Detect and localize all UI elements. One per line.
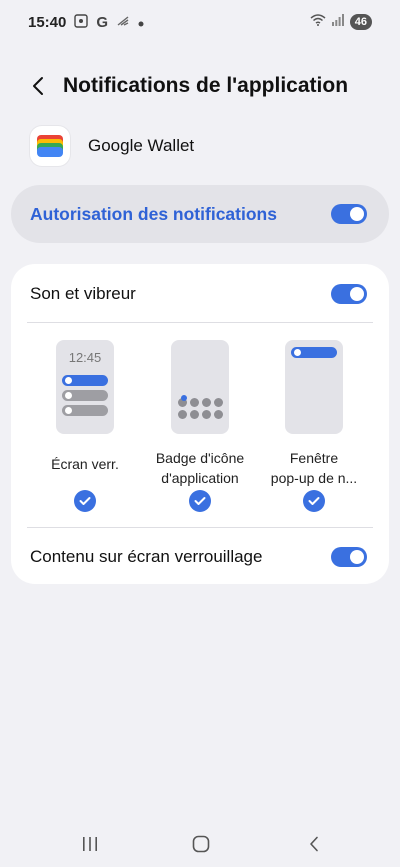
style-label-line: pop-up de n... [270,470,358,486]
back-nav-button[interactable] [294,826,334,862]
home-icon [192,835,210,853]
lockscreen-content-row[interactable]: Contenu sur écran verrouillage [11,528,389,586]
check-icon [79,497,91,505]
badge-dot [181,395,187,401]
lock-screen-preview: 12:45 [56,340,114,434]
recent-apps-icon [83,837,97,851]
badge-preview [171,340,229,434]
badge-checkbox[interactable] [189,490,211,512]
lock-screen-checkbox[interactable] [74,490,96,512]
app-info: Google Wallet [30,126,194,166]
style-label: Fenêtre pop-up de n... [271,448,357,488]
google-icon: G [96,13,109,31]
battery-indicator: 46 [349,14,372,30]
screenshot-icon [74,13,89,31]
status-time: 15:40 [28,13,67,31]
signal-icon [331,13,344,31]
permission-toggle[interactable] [331,204,367,224]
style-label: Badge d'icône d'application [156,448,244,488]
notification-permission-row[interactable]: Autorisation des notifications [11,185,389,243]
divider [27,322,373,323]
check-icon [194,497,206,505]
preview-bar [62,375,108,386]
lockscreen-label: Contenu sur écran verrouillage [30,547,263,566]
navigation-bar [0,826,400,862]
popup-checkbox[interactable] [303,490,325,512]
preview-bar [62,390,108,401]
preview-bar [291,347,337,358]
permission-label: Autorisation des notifications [30,203,277,224]
page-title: Notifications de l'application [63,74,349,97]
style-popup[interactable]: Fenêtre pop-up de n... [254,340,374,488]
no-signal-icon [116,15,130,30]
status-right: 46 [310,13,372,31]
preview-time: 12:45 [68,350,102,365]
style-label-line: Badge d'icône [155,450,245,466]
dot-icon [138,15,144,30]
toggle-knob [350,550,364,564]
sound-vibration-row[interactable]: Son et vibreur [11,265,389,323]
app-name: Google Wallet [88,136,195,155]
status-bar: 15:40 G 46 [0,0,400,44]
home-button[interactable] [181,826,221,862]
preview-bar [62,405,108,416]
style-label: Écran verr. [51,456,119,472]
google-wallet-icon [30,126,70,166]
check-icon [308,497,320,505]
back-icon [310,836,318,852]
header: Notifications de l'application [0,66,400,106]
style-app-icon-badge[interactable]: Badge d'icône d'application [140,340,260,488]
style-lock-screen[interactable]: 12:45 Écran verr. [25,340,145,474]
app-grid [178,398,224,419]
settings-card: Son et vibreur 12:45 Écran verr. Badge d… [11,264,389,584]
chevron-left-icon [33,77,43,95]
sound-toggle[interactable] [331,284,367,304]
status-left: 15:40 G [28,14,144,31]
style-label-line: Fenêtre [289,450,339,466]
back-button[interactable] [18,66,58,106]
recent-apps-button[interactable] [70,826,110,862]
lockscreen-toggle[interactable] [331,547,367,567]
popup-preview [285,340,343,434]
style-label-line: d'application [161,470,239,486]
toggle-knob [350,207,364,221]
wifi-icon [310,13,326,31]
toggle-knob [350,287,364,301]
sound-label: Son et vibreur [30,284,136,303]
